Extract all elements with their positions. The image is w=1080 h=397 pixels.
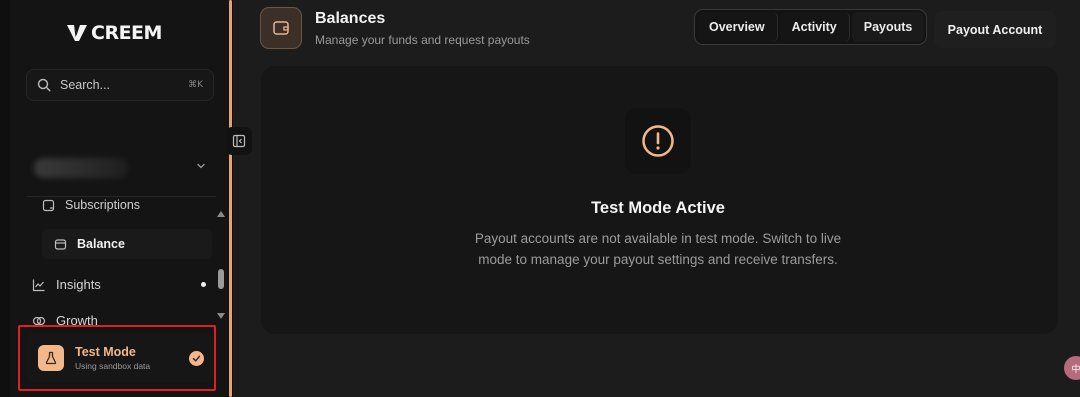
scroll-thumb[interactable] bbox=[218, 269, 224, 289]
sidebar-item-insights[interactable]: Insights bbox=[32, 277, 206, 292]
sidebar-item-label: Growth bbox=[56, 313, 98, 325]
alert-icon-container bbox=[625, 108, 691, 174]
subscriptions-icon bbox=[42, 199, 55, 211]
collapse-sidebar-icon bbox=[232, 134, 246, 148]
notification-dot bbox=[201, 282, 206, 287]
balance-icon bbox=[54, 238, 67, 250]
alert-circle-icon bbox=[642, 125, 674, 157]
wallet-icon bbox=[260, 7, 302, 49]
brand-name: CREEM bbox=[91, 22, 162, 44]
account-name-redacted bbox=[34, 158, 129, 178]
creem-logo-icon bbox=[67, 25, 87, 41]
sidebar-resize-edge[interactable] bbox=[229, 0, 232, 397]
chevron-down-icon bbox=[197, 163, 205, 169]
chart-icon bbox=[32, 279, 45, 291]
sidebar-nav: Subscriptions Balance Insights Growth bbox=[10, 197, 214, 325]
collapse-sidebar-button[interactable] bbox=[226, 127, 252, 155]
test-mode-highlight bbox=[18, 325, 216, 391]
tab-activity[interactable]: Activity bbox=[779, 12, 850, 42]
scroll-up-arrow[interactable] bbox=[217, 211, 225, 217]
scroll-down-arrow[interactable] bbox=[217, 313, 225, 319]
sidebar-item-subscriptions[interactable]: Subscriptions bbox=[42, 198, 140, 212]
sidebar-item-growth[interactable]: Growth bbox=[32, 313, 202, 325]
creem-logo[interactable]: CREEM bbox=[66, 22, 162, 44]
empty-state-title: Test Mode Active bbox=[591, 199, 725, 217]
sidebar-item-balance[interactable]: Balance bbox=[42, 229, 212, 259]
sidebar-item-label: Subscriptions bbox=[65, 198, 141, 212]
empty-state-description: Payout accounts are not available in tes… bbox=[474, 231, 842, 267]
search-shortcut: ⌘K bbox=[188, 80, 203, 90]
page-title: Balances bbox=[315, 10, 386, 27]
search-placeholder: Search... bbox=[60, 78, 111, 92]
page-subtitle: Manage your funds and request payouts bbox=[315, 33, 530, 47]
sidebar-scrollbar[interactable] bbox=[215, 207, 227, 321]
tab-payout-account[interactable]: Payout Account bbox=[934, 11, 1056, 48]
tab-bar: Overview Activity Payouts bbox=[694, 9, 928, 45]
floating-helper-badge[interactable]: 中 bbox=[1064, 356, 1080, 380]
sidebar-item-label: Insights bbox=[56, 277, 101, 292]
growth-icon bbox=[32, 316, 46, 325]
search-input[interactable]: Search... ⌘K bbox=[26, 69, 214, 101]
account-switcher[interactable] bbox=[26, 150, 216, 186]
search-icon bbox=[37, 78, 51, 92]
sidebar-item-label: Balance bbox=[77, 237, 125, 251]
tab-overview[interactable]: Overview bbox=[697, 12, 778, 42]
tab-payouts[interactable]: Payouts bbox=[851, 12, 925, 42]
